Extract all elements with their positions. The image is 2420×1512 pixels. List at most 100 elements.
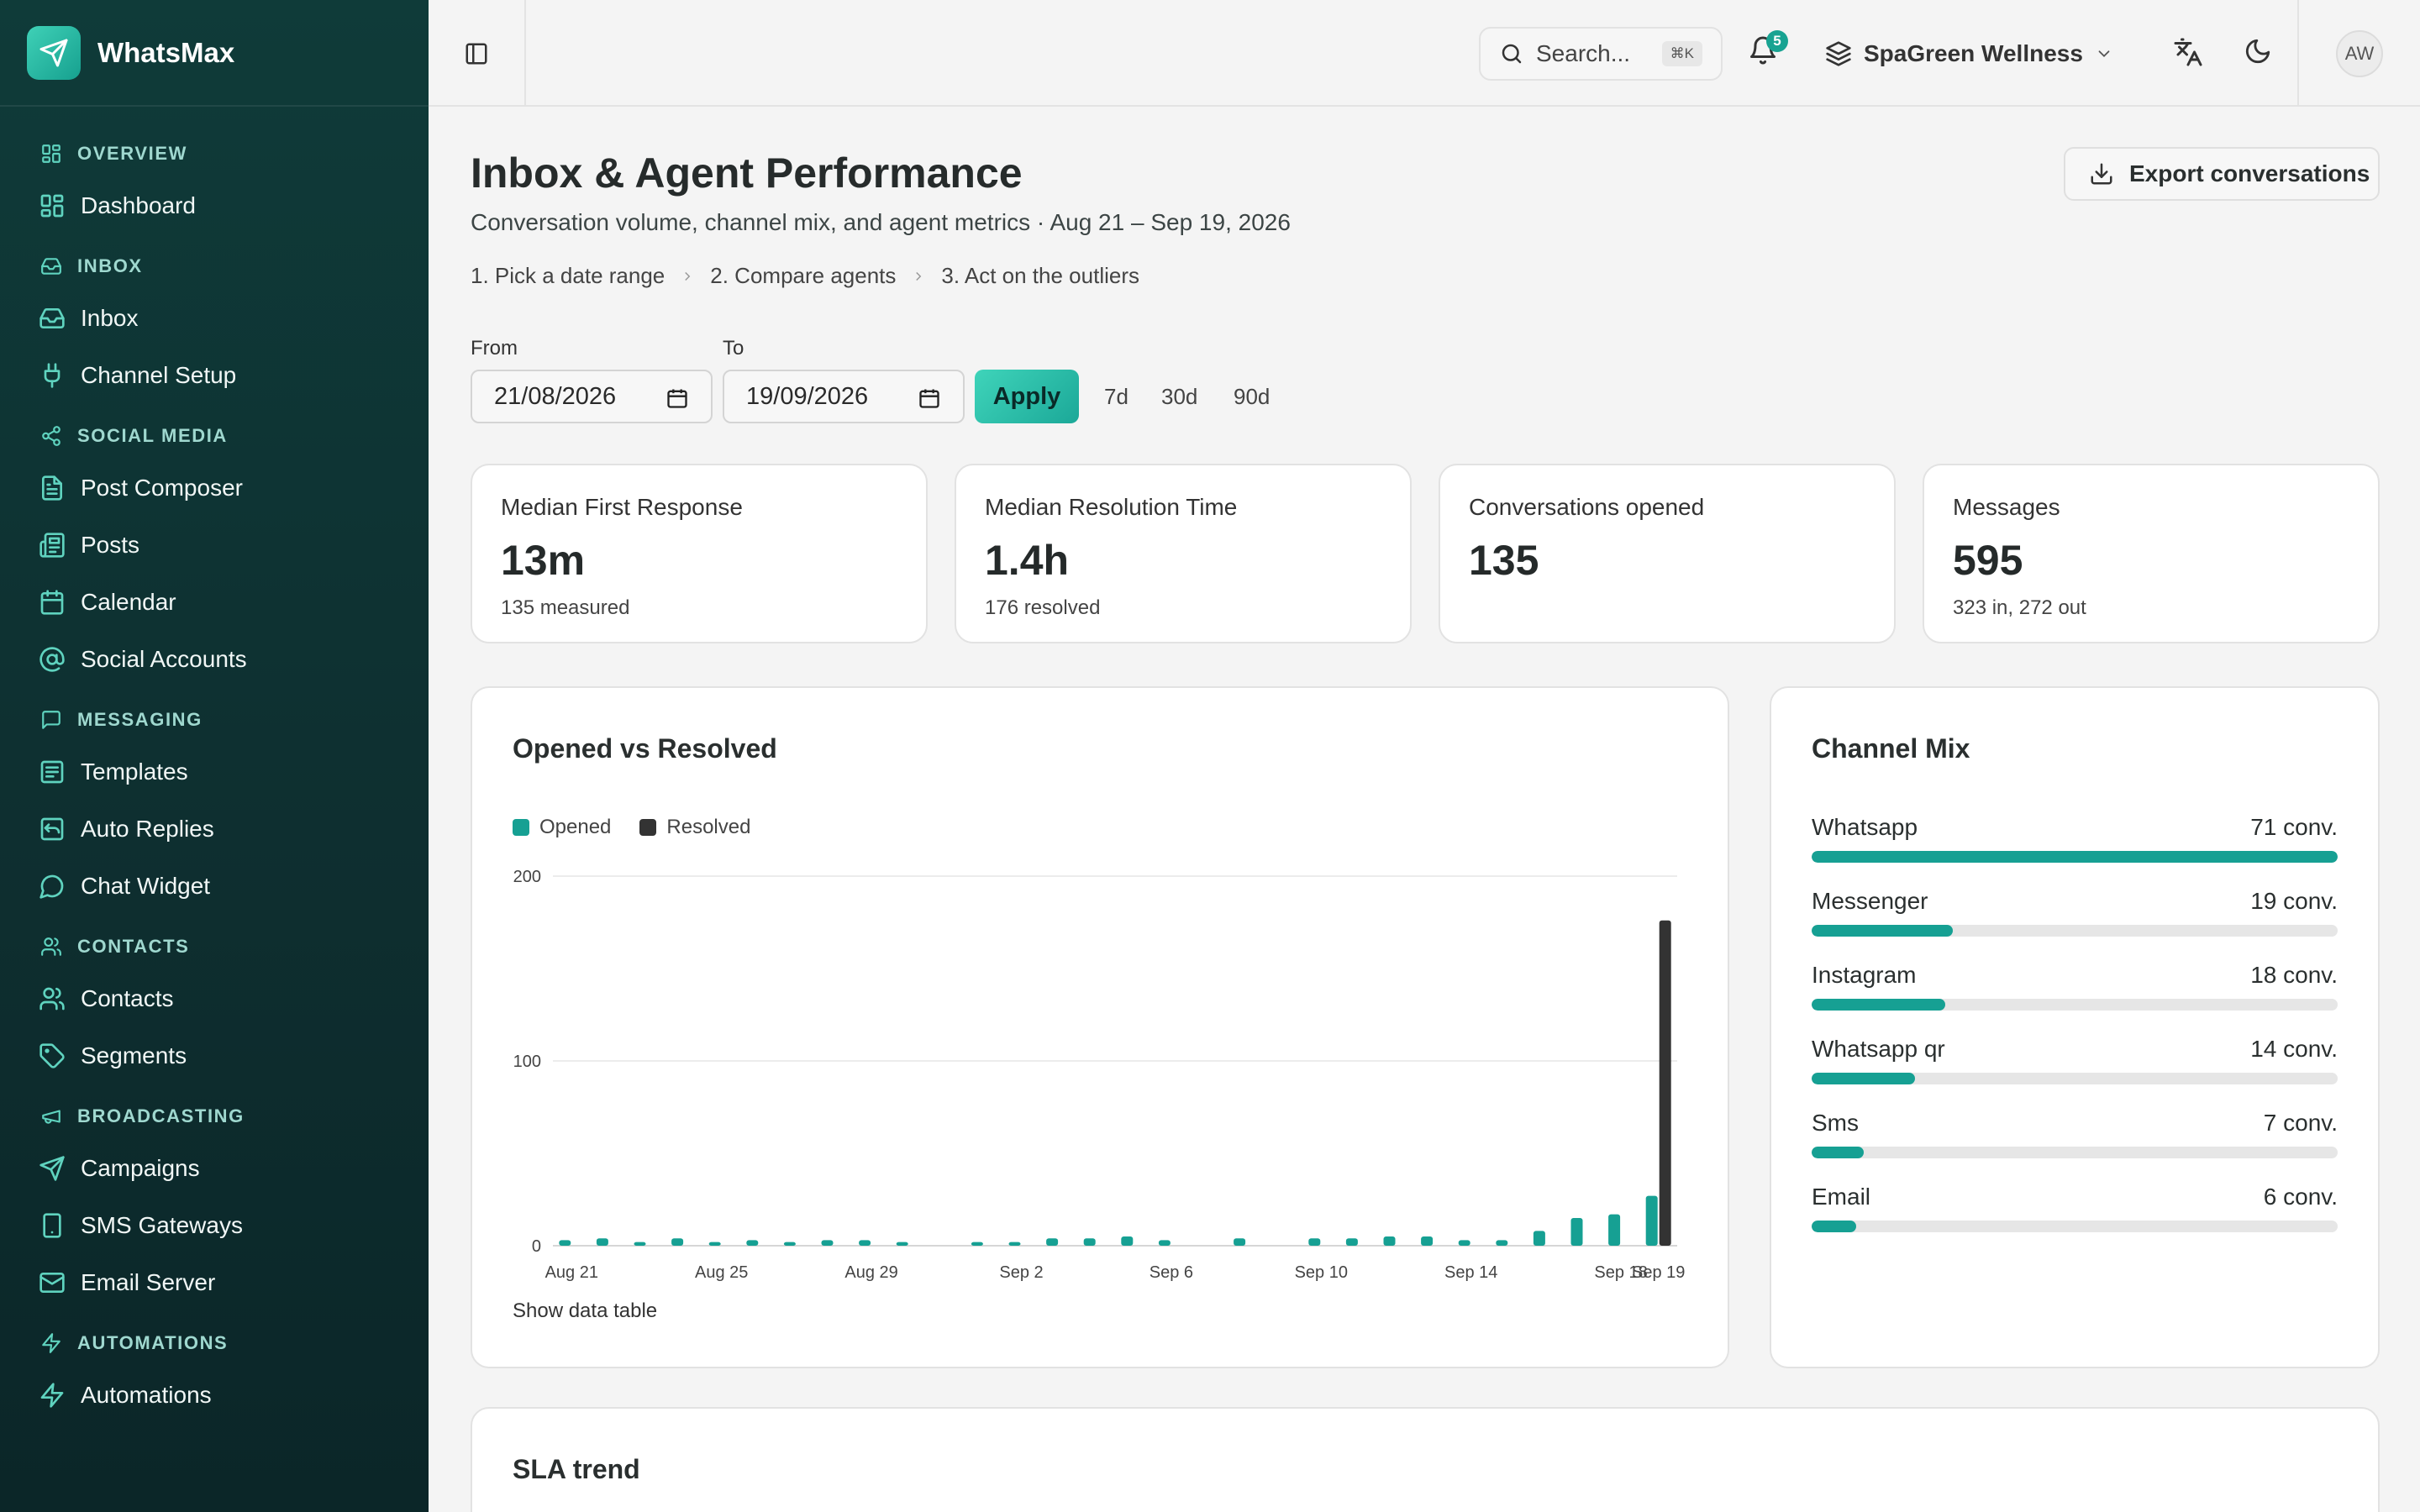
bar-opened	[783, 1242, 796, 1246]
chart-legend: Opened Resolved	[513, 816, 779, 839]
bar-resolved	[1659, 920, 1671, 1246]
channel-bar-track	[1812, 1073, 2338, 1084]
channel-row: Whatsapp 71 conv.	[1812, 814, 2338, 863]
download-icon	[2091, 163, 2112, 185]
channel-count: 14 conv.	[2250, 1036, 2338, 1062]
sidebar-section-label: SOCIAL MEDIA	[77, 425, 228, 446]
to-date-input[interactable]: 19/09/2026	[723, 370, 965, 423]
from-label: From	[471, 337, 518, 360]
sidebar-item-sms-gateways[interactable]: SMS Gateways	[0, 1197, 429, 1254]
sidebar-item-chat-widget[interactable]: Chat Widget	[0, 858, 429, 915]
sidebar-section-label: INBOX	[77, 255, 143, 276]
send-icon	[39, 1155, 66, 1182]
user-menu[interactable]: AW	[2297, 0, 2420, 107]
kpi-value: 13m	[501, 537, 586, 584]
language-button[interactable]	[2173, 37, 2203, 67]
sidebar-item-post-composer[interactable]: Post Composer	[0, 459, 429, 517]
sidebar-item-label: Dashboard	[81, 192, 196, 218]
sidebar-item-label: Campaigns	[81, 1155, 200, 1181]
step-3: 3. Act on the outliers	[941, 263, 1139, 288]
to-label: To	[723, 337, 744, 360]
chevron-right-icon	[911, 269, 926, 284]
y-tick-label: 0	[532, 1237, 541, 1256]
notifications-button[interactable]: 5	[1748, 30, 1788, 69]
sidebar-item-social-accounts[interactable]: Social Accounts	[0, 631, 429, 688]
sidebar-item-label: Contacts	[81, 985, 174, 1011]
sla-trend-title: SLA trend	[513, 1454, 640, 1484]
range-30d-button[interactable]: 30d	[1161, 370, 1197, 423]
sidebar-section-messaging: MESSAGING	[0, 696, 429, 743]
kpi-card-resolution-time: Median Resolution Time 1.4h 176 resolved	[955, 464, 1412, 643]
export-conversations-button[interactable]: Export conversations	[2064, 147, 2380, 201]
sidebar-item-auto-replies[interactable]: Auto Replies	[0, 801, 429, 858]
sidebar-item-contacts[interactable]: Contacts	[0, 970, 429, 1027]
zap-icon	[40, 1332, 62, 1354]
sla-trend-card: SLA trend	[471, 1407, 2380, 1512]
range-90d-button[interactable]: 90d	[1234, 370, 1270, 423]
opened-resolved-bar-chart: 0 100 200 Aug 21 Aug 25 Aug 29 Sep 2 Sep 6 Sep 1…	[513, 868, 1686, 1282]
show-data-table-link[interactable]: Show data table	[513, 1299, 657, 1323]
bar-opened	[1383, 1236, 1396, 1246]
sidebar-item-email-server[interactable]: Email Server	[0, 1254, 429, 1311]
sidebar-item-dashboard[interactable]: Dashboard	[0, 177, 429, 234]
channel-row: Email 6 conv.	[1812, 1184, 2338, 1232]
sidebar-item-segments[interactable]: Segments	[0, 1027, 429, 1084]
channel-name: Messenger	[1812, 888, 1928, 914]
legend-resolved[interactable]: Resolved	[639, 816, 750, 839]
apply-button[interactable]: Apply	[975, 370, 1079, 423]
channel-name: Instagram	[1812, 962, 1917, 988]
kpi-value: 1.4h	[985, 537, 1070, 584]
sidebar-item-channel-setup[interactable]: Channel Setup	[0, 347, 429, 404]
y-tick-label: 200	[513, 868, 541, 886]
sidebar-item-label: Posts	[81, 532, 140, 558]
sidebar-item-label: Segments	[81, 1042, 187, 1068]
template-icon	[39, 759, 66, 785]
range-7d-button[interactable]: 7d	[1104, 370, 1128, 423]
kpi-sub: 176 resolved	[985, 596, 1101, 619]
legend-opened[interactable]: Opened	[513, 816, 611, 839]
panel-left-icon	[466, 43, 487, 64]
channel-bar-track	[1812, 1221, 2338, 1232]
bar-opened	[1083, 1238, 1096, 1246]
sidebar-section-automations: AUTOMATIONS	[0, 1320, 429, 1367]
sidebar-item-label: Automations	[81, 1382, 212, 1408]
kpi-card-messages: Messages 595 323 in, 272 out	[1923, 464, 2380, 643]
calendar-icon	[667, 389, 687, 408]
bar-opened	[821, 1240, 834, 1246]
sidebar-item-label: Calendar	[81, 589, 176, 615]
workspace-switcher[interactable]: SpaGreen Wellness	[1825, 30, 2113, 77]
sidebar-item-calendar[interactable]: Calendar	[0, 574, 429, 631]
bar-opened	[1533, 1231, 1545, 1246]
kpi-label: Median Resolution Time	[985, 494, 1238, 520]
channel-name: Whatsapp qr	[1812, 1036, 1945, 1062]
channel-bar-fill	[1812, 1147, 1864, 1158]
kpi-label: Messages	[1953, 494, 2060, 520]
bar-opened	[896, 1242, 908, 1246]
theme-toggle-button[interactable]	[2244, 37, 2274, 67]
channel-name: Email	[1812, 1184, 1871, 1210]
sidebar-section-label: MESSAGING	[77, 709, 203, 730]
channel-count: 71 conv.	[2250, 814, 2338, 840]
bar-opened	[1158, 1240, 1171, 1246]
bar-opened	[1496, 1240, 1508, 1246]
search-placeholder: Search...	[1536, 40, 1631, 66]
from-date-input[interactable]: 21/08/2026	[471, 370, 713, 423]
sidebar-item-label: Templates	[81, 759, 188, 785]
sidebar-item-automations[interactable]: Automations	[0, 1367, 429, 1424]
brand[interactable]: WhatsMax	[0, 0, 429, 107]
sidebar-item-inbox[interactable]: Inbox	[0, 290, 429, 347]
workspace-name: SpaGreen Wellness	[1864, 40, 2083, 66]
x-tick-label: Aug 29	[844, 1263, 897, 1282]
search-input[interactable]: Search... ⌘K	[1479, 27, 1723, 81]
sidebar-toggle-button[interactable]	[429, 0, 526, 107]
bar-opened	[1046, 1238, 1059, 1246]
sidebar-item-campaigns[interactable]: Campaigns	[0, 1140, 429, 1197]
sidebar-section-social-media: SOCIAL MEDIA	[0, 412, 429, 459]
channel-count: 18 conv.	[2250, 962, 2338, 988]
sidebar-item-templates[interactable]: Templates	[0, 743, 429, 801]
sidebar-item-posts[interactable]: Posts	[0, 517, 429, 574]
bar-opened	[596, 1238, 608, 1246]
bar-opened	[1645, 1195, 1658, 1246]
legend-swatch	[639, 819, 657, 836]
sidebar-section-label: CONTACTS	[77, 936, 190, 957]
